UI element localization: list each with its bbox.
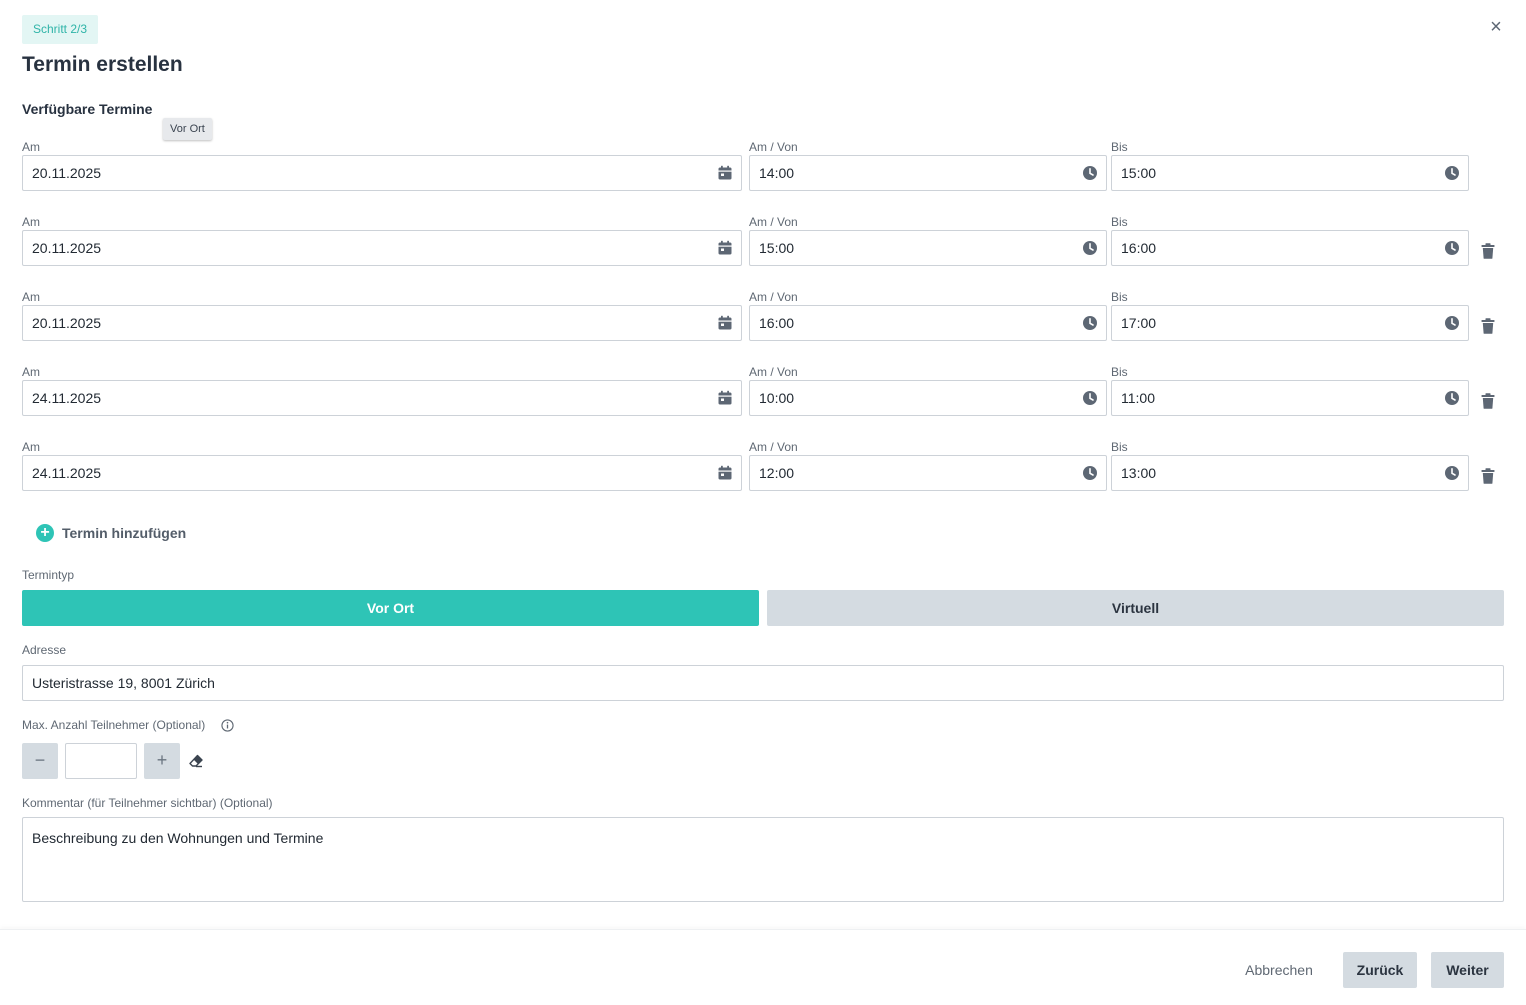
to-time-field[interactable]: 16:00 bbox=[1111, 230, 1469, 266]
increment-button[interactable]: + bbox=[144, 743, 180, 779]
clock-icon[interactable] bbox=[1444, 465, 1460, 481]
add-slot-label: Termin hinzufügen bbox=[62, 525, 187, 541]
clock-icon[interactable] bbox=[1082, 240, 1098, 256]
slot-row: Am Am / Von Bis 20.11.2025 14:00 15:00 bbox=[0, 140, 1526, 215]
to-time-value: 16:00 bbox=[1121, 240, 1157, 256]
to-time-value: 11:00 bbox=[1121, 390, 1155, 406]
calendar-icon[interactable] bbox=[717, 165, 733, 181]
calendar-icon[interactable] bbox=[717, 240, 733, 256]
from-time-value: 14:00 bbox=[759, 165, 795, 181]
date-field[interactable]: 24.11.2025 bbox=[22, 455, 742, 491]
clock-icon[interactable] bbox=[1082, 315, 1098, 331]
from-time-value: 16:00 bbox=[759, 315, 795, 331]
to-label: Bis bbox=[1111, 365, 1128, 379]
trash-icon[interactable] bbox=[1481, 318, 1495, 334]
from-time-value: 12:00 bbox=[759, 465, 795, 481]
info-icon bbox=[221, 719, 234, 732]
from-time-value: 15:00 bbox=[759, 240, 795, 256]
to-time-value: 17:00 bbox=[1121, 315, 1157, 331]
slot-row: Am Am / Von Bis 24.11.2025 10:00 11:00 bbox=[0, 365, 1526, 440]
page-title: Termin erstellen bbox=[22, 53, 183, 76]
date-field[interactable]: 20.11.2025 bbox=[22, 305, 742, 341]
cancel-button[interactable]: Abbrechen bbox=[1234, 952, 1324, 988]
date-value: 24.11.2025 bbox=[32, 465, 102, 481]
date-field[interactable]: 24.11.2025 bbox=[22, 380, 742, 416]
from-time-field[interactable]: 14:00 bbox=[749, 155, 1107, 191]
from-label: Am / Von bbox=[749, 440, 798, 454]
from-time-field[interactable]: 12:00 bbox=[749, 455, 1107, 491]
from-label: Am / Von bbox=[749, 290, 798, 304]
clock-icon[interactable] bbox=[1444, 390, 1460, 406]
slot-row: Am Am / Von Bis 20.11.2025 15:00 16:00 bbox=[0, 215, 1526, 290]
from-time-field[interactable]: 10:00 bbox=[749, 380, 1107, 416]
address-value: Usteristrasse 19, 8001 Zürich bbox=[32, 675, 215, 691]
to-time-field[interactable]: 15:00 bbox=[1111, 155, 1469, 191]
date-value: 20.11.2025 bbox=[32, 240, 102, 256]
type-option-virtual[interactable]: Virtuell bbox=[767, 590, 1504, 626]
type-option-onsite[interactable]: Vor Ort bbox=[22, 590, 759, 626]
from-label: Am / Von bbox=[749, 140, 798, 154]
participants-input[interactable] bbox=[65, 743, 137, 779]
to-time-field[interactable]: 13:00 bbox=[1111, 455, 1469, 491]
to-label: Bis bbox=[1111, 215, 1128, 229]
to-time-field[interactable]: 17:00 bbox=[1111, 305, 1469, 341]
trash-icon[interactable] bbox=[1481, 393, 1495, 409]
date-field[interactable]: 20.11.2025 bbox=[22, 155, 742, 191]
address-field[interactable]: Usteristrasse 19, 8001 Zürich bbox=[22, 665, 1504, 701]
clock-icon[interactable] bbox=[1082, 165, 1098, 181]
footer-bar: Abbrechen Zurück Weiter bbox=[0, 929, 1526, 1005]
eraser-icon[interactable] bbox=[188, 753, 204, 769]
available-slots-heading: Verfügbare Termine bbox=[22, 101, 153, 117]
decrement-button[interactable]: − bbox=[22, 743, 58, 779]
to-time-value: 13:00 bbox=[1121, 465, 1157, 481]
trash-icon[interactable] bbox=[1481, 468, 1495, 484]
clock-icon[interactable] bbox=[1444, 240, 1460, 256]
calendar-icon[interactable] bbox=[717, 315, 733, 331]
clock-icon[interactable] bbox=[1444, 315, 1460, 331]
from-time-value: 10:00 bbox=[759, 390, 795, 406]
clock-icon[interactable] bbox=[1082, 465, 1098, 481]
comment-value: Beschreibung zu den Wohnungen und Termin… bbox=[32, 830, 324, 846]
trash-icon[interactable] bbox=[1481, 243, 1495, 259]
from-label: Am / Von bbox=[749, 215, 798, 229]
from-time-field[interactable]: 15:00 bbox=[749, 230, 1107, 266]
step-badge: Schritt 2/3 bbox=[22, 15, 99, 44]
date-value: 20.11.2025 bbox=[32, 165, 102, 181]
from-label: Am / Von bbox=[749, 365, 798, 379]
calendar-icon[interactable] bbox=[717, 465, 733, 481]
date-value: 20.11.2025 bbox=[32, 315, 102, 331]
appointment-type-label: Termintyp bbox=[22, 568, 75, 582]
calendar-icon[interactable] bbox=[717, 390, 733, 406]
add-circle-icon: + bbox=[36, 524, 54, 542]
to-label: Bis bbox=[1111, 290, 1128, 304]
date-label: Am bbox=[22, 140, 40, 154]
from-time-field[interactable]: 16:00 bbox=[749, 305, 1107, 341]
address-label: Adresse bbox=[22, 643, 67, 657]
to-label: Bis bbox=[1111, 140, 1128, 154]
slot-row: Am Am / Von Bis 24.11.2025 12:00 13:00 bbox=[0, 440, 1526, 515]
max-participants-label: Max. Anzahl Teilnehmer (Optional) bbox=[22, 718, 206, 732]
date-label: Am bbox=[22, 215, 40, 229]
clock-icon[interactable] bbox=[1444, 165, 1460, 181]
back-button[interactable]: Zurück bbox=[1343, 952, 1417, 988]
comment-textarea[interactable]: Beschreibung zu den Wohnungen und Termin… bbox=[22, 817, 1504, 902]
date-label: Am bbox=[22, 440, 40, 454]
close-button[interactable]: × bbox=[1486, 17, 1506, 38]
date-label: Am bbox=[22, 365, 40, 379]
next-button[interactable]: Weiter bbox=[1431, 952, 1504, 988]
comment-label: Kommentar (für Teilnehmer sichtbar) (Opt… bbox=[22, 796, 273, 810]
date-field[interactable]: 20.11.2025 bbox=[22, 230, 742, 266]
tooltip: Vor Ort bbox=[163, 118, 212, 140]
to-label: Bis bbox=[1111, 440, 1128, 454]
date-label: Am bbox=[22, 290, 40, 304]
slot-row: Am Am / Von Bis 20.11.2025 16:00 17:00 bbox=[0, 290, 1526, 365]
to-time-value: 15:00 bbox=[1121, 165, 1157, 181]
to-time-field[interactable]: 11:00 bbox=[1111, 380, 1469, 416]
date-value: 24.11.2025 bbox=[32, 390, 102, 406]
clock-icon[interactable] bbox=[1082, 390, 1098, 406]
